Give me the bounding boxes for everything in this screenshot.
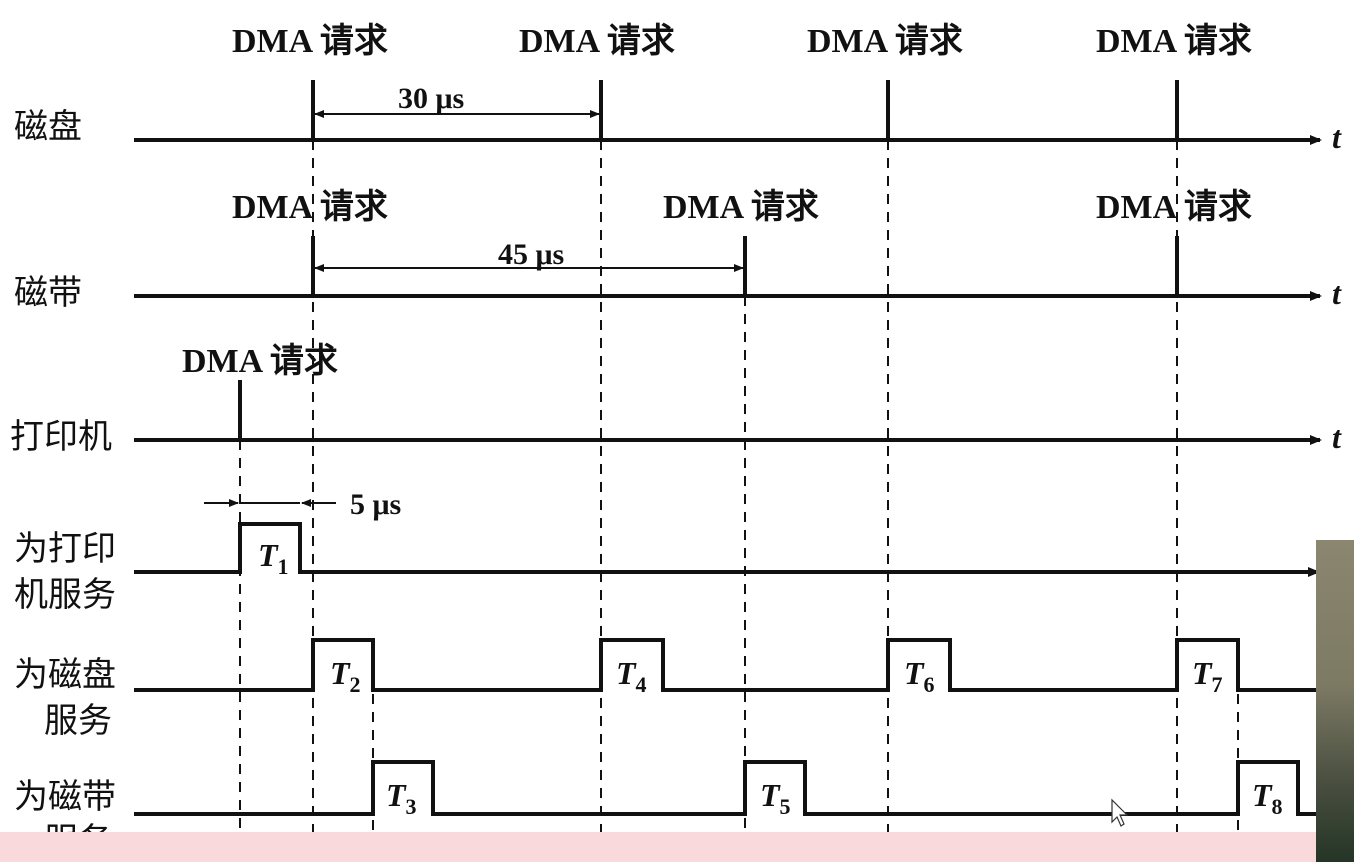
printer-request-label-1: DMA 请求 [182,342,338,380]
bottom-pink-band [0,832,1354,862]
disk-request-label-2: DMA 请求 [519,22,675,60]
tape-row-label: 磁带 [14,273,82,313]
disk-service-waveform [134,638,1316,692]
tape-interval-arrow-start-head [314,264,324,272]
tape-row: 磁带 t DMA 请求 DMA 请求 DMA 请求 45 μs [14,188,1342,313]
disk-service-label-line2: 服务 [44,701,112,741]
printer-service-row: 为打印 机服务 T1 5 μs [14,488,1320,615]
printer-service-label-line2: 机服务 [14,575,116,615]
printer-row: 打印机 t DMA 请求 [10,342,1342,457]
printer-time-label: t [1332,419,1342,455]
tape-time-label: t [1332,275,1342,311]
disk-interval-label: 30 μs [398,82,464,115]
mouse-cursor-icon [1111,798,1129,827]
slot-label-t4: T4 [616,655,647,697]
tape-request-label-3: DMA 请求 [1096,188,1252,226]
printer-service-label-line1: 为打印 [14,529,116,569]
tape-request-label-1: DMA 请求 [232,188,388,226]
disk-request-label-3: DMA 请求 [807,22,963,60]
slot-label-t3: T3 [386,777,417,819]
printer-service-waveform [134,522,1320,577]
disk-interval-arrow-start-head [314,110,324,118]
tape-service-label-line1: 为磁带 [14,777,116,817]
slot-label-t2: T2 [330,655,361,697]
disk-row: 磁盘 t DMA 请求 DMA 请求 DMA 请求 DMA 请求 30 μs [14,22,1342,155]
disk-request-label-1: DMA 请求 [232,22,388,60]
slot-label-t8: T8 [1252,777,1283,819]
disk-request-label-4: DMA 请求 [1096,22,1252,60]
printer-row-label: 打印机 [10,417,112,457]
disk-service-row: 为磁盘 服务 T2 T4 T6 T7 [14,638,1316,741]
printer-duration-label: 5 μs [350,488,401,521]
webcam-photo-strip [1316,540,1354,862]
tape-interval-label: 45 μs [498,238,564,271]
slot-label-t1: T1 [258,537,289,579]
disk-row-label: 磁盘 [14,107,82,147]
slot-label-t5: T5 [760,777,791,819]
tape-request-label-2: DMA 请求 [663,188,819,226]
disk-time-label: t [1332,119,1342,155]
slot-label-t6: T6 [904,655,935,697]
disk-service-label-line1: 为磁盘 [14,655,116,695]
tape-service-waveform [134,760,1316,816]
slot-label-t7: T7 [1192,655,1223,697]
dma-timing-diagram: 磁盘 t DMA 请求 DMA 请求 DMA 请求 DMA 请求 30 μs 磁… [10,22,1342,862]
